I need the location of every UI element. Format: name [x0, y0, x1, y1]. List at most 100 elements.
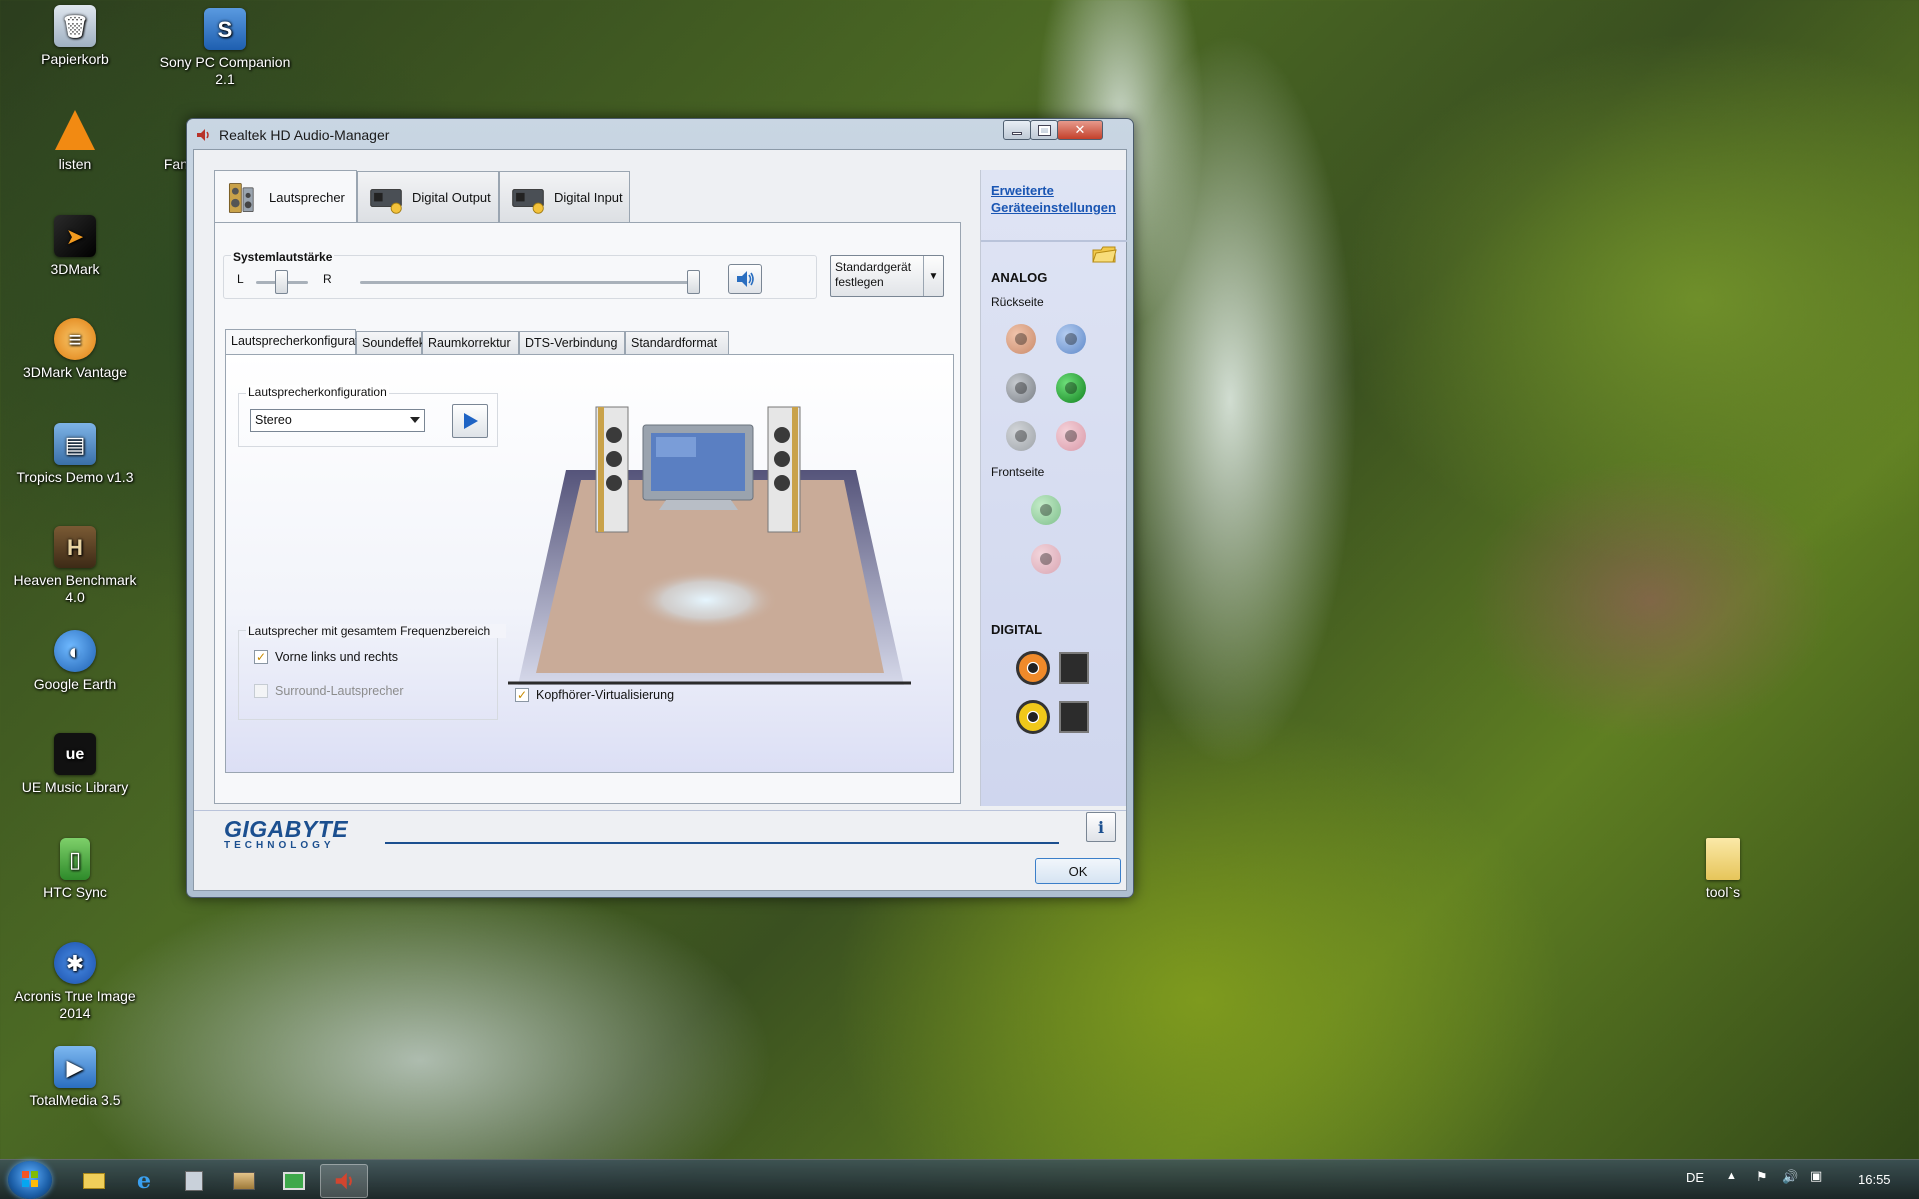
headphone-virtualization-checkbox[interactable]: ✓ — [515, 688, 529, 702]
desktop-icon-sony-pc-companion[interactable]: S Sony PC Companion 2.1 — [155, 8, 295, 88]
windows-logo-icon — [22, 1171, 38, 1187]
realtek-audio-manager-window: Realtek HD Audio-Manager ✕ Lautsprecher … — [186, 118, 1134, 898]
balance-slider-thumb[interactable] — [275, 270, 288, 294]
language-indicator[interactable]: DE — [1686, 1170, 1704, 1185]
optical-out-icon[interactable] — [1059, 652, 1089, 684]
front-lr-checkbox[interactable]: ✓ — [254, 650, 268, 664]
desktop-icon-htc-sync[interactable]: ▯ HTC Sync — [5, 838, 145, 901]
desktop-icon-3dmark-vantage[interactable]: ≡ 3DMark Vantage — [5, 318, 145, 381]
ok-button[interactable]: OK — [1035, 858, 1121, 884]
chevron-down-icon — [410, 417, 420, 423]
folder-settings-icon[interactable] — [1091, 242, 1117, 264]
taskbar-explorer[interactable] — [70, 1164, 118, 1198]
mute-button[interactable] — [728, 264, 762, 294]
desktop-icon-label: Papierkorb — [41, 51, 109, 67]
front-jack-green[interactable] — [1031, 495, 1061, 525]
taskbar-app-2[interactable] — [220, 1164, 268, 1198]
rear-jack-orange[interactable] — [1006, 324, 1036, 354]
speaker-config-select[interactable]: Stereo — [250, 409, 425, 432]
desktop-icon-label: Acronis True Image 2014 — [14, 988, 136, 1021]
internet-explorer-icon: e — [137, 1168, 151, 1194]
3dmark-icon: ➤ — [54, 215, 96, 257]
surround-checkbox-row: Surround-Lautsprecher — [254, 684, 404, 698]
rear-jack-pink[interactable] — [1056, 421, 1086, 451]
htc-sync-icon: ▯ — [60, 838, 90, 880]
desktop-icon-3dmark[interactable]: ➤ 3DMark — [5, 215, 145, 278]
minimize-button[interactable] — [1003, 120, 1031, 140]
info-button[interactable]: i — [1086, 812, 1116, 842]
folder-icon — [1706, 838, 1740, 880]
optical-in-icon[interactable] — [1059, 701, 1089, 733]
tray-expand-icon[interactable]: ▲ — [1726, 1170, 1737, 1182]
analog-title: ANALOG — [991, 270, 1048, 285]
front-lr-checkbox-row[interactable]: ✓ Vorne links und rechts — [254, 650, 398, 664]
monitor-app-icon — [283, 1172, 305, 1190]
set-default-device-button[interactable]: Standardgerät festlegen ▼ — [830, 255, 944, 297]
full-range-label: Lautsprecher mit gesamtem Frequenzbereic… — [246, 624, 506, 638]
clock[interactable]: 16:55 — [1858, 1172, 1891, 1187]
subtab-soundeffekt[interactable]: Soundeffekt — [356, 331, 429, 354]
network-tray-icon[interactable]: ▣ — [1810, 1168, 1822, 1184]
desktop-icon-heaven-benchmark[interactable]: H Heaven Benchmark 4.0 — [5, 526, 145, 606]
maximize-icon — [1037, 124, 1051, 136]
window-titlebar[interactable]: Realtek HD Audio-Manager ✕ — [187, 119, 1133, 149]
heaven-benchmark-icon: H — [54, 526, 96, 568]
taskbar-app-3[interactable] — [270, 1164, 318, 1198]
front-jack-pink[interactable] — [1031, 544, 1061, 574]
desktop-icon-label: tool`s — [1705, 884, 1741, 900]
taskbar-internet-explorer[interactable]: e — [120, 1164, 168, 1198]
window-title: Realtek HD Audio-Manager — [219, 127, 390, 143]
start-button[interactable] — [8, 1161, 52, 1199]
volume-slider[interactable] — [360, 281, 700, 284]
desktop-icon-ue-music-library[interactable]: ue UE Music Library — [5, 733, 145, 796]
taskbar-realtek[interactable] — [320, 1164, 368, 1198]
desktop-icon-tools-folder[interactable]: tool`s — [1653, 838, 1793, 901]
desktop-icon-acronis[interactable]: ✱ Acronis True Image 2014 — [5, 942, 145, 1022]
taskbar-app-1[interactable] — [170, 1164, 218, 1198]
headphone-virtualization-label: Kopfhörer-Virtualisierung — [536, 688, 675, 702]
rear-jack-gray-2[interactable] — [1006, 421, 1036, 451]
headphone-virtualization-row[interactable]: ✓ Kopfhörer-Virtualisierung — [515, 688, 674, 702]
rear-jack-blue[interactable] — [1056, 324, 1086, 354]
footer-line — [385, 842, 1059, 844]
ue-music-library-icon: ue — [54, 733, 96, 775]
desktop-icon-google-earth[interactable]: ◐ Google Earth — [5, 630, 145, 693]
info-icon: i — [1097, 817, 1105, 837]
speaker-panel: L R Systemlautstärke Standardgerät festl… — [214, 222, 961, 804]
close-button[interactable]: ✕ — [1057, 120, 1103, 140]
totalmedia-icon: ▶ — [54, 1046, 96, 1088]
rear-jack-green[interactable] — [1056, 373, 1086, 403]
subtab-label: Soundeffekt — [362, 336, 429, 350]
tab-digital-input[interactable]: Digital Input — [499, 171, 630, 223]
front-lr-label: Vorne links und rechts — [275, 650, 398, 664]
spdif-coax-yellow-icon[interactable] — [1016, 700, 1050, 734]
desktop-icon-label: HTC Sync — [43, 884, 107, 900]
digital-input-tab-icon — [512, 188, 544, 214]
advanced-device-settings-link[interactable]: Erweiterte Geräteeinstellungen — [991, 182, 1121, 216]
action-center-flag-icon[interactable]: ⚑ — [1756, 1169, 1768, 1185]
minimize-icon — [1012, 131, 1022, 135]
subtab-lautsprecherkonfiguration[interactable]: Lautsprecherkonfiguration — [225, 329, 376, 355]
subtab-dts-verbindung[interactable]: DTS-Verbindung — [519, 331, 625, 354]
tab-digital-output[interactable]: Digital Output — [357, 171, 499, 223]
tab-lautsprecher[interactable]: Lautsprecher — [214, 170, 357, 224]
tab-label: Digital Output — [412, 190, 491, 205]
volume-slider-thumb[interactable] — [687, 270, 700, 294]
desktop-icon-tropics-demo[interactable]: ▤ Tropics Demo v1.3 — [5, 423, 145, 486]
volume-tray-icon[interactable]: 🔊 — [1782, 1169, 1798, 1185]
tropics-demo-icon: ▤ — [54, 423, 96, 465]
desktop-icon-partial[interactable]: Fan — [118, 110, 188, 173]
spdif-coax-orange-icon[interactable] — [1016, 651, 1050, 685]
desktop-icon-papierkorb[interactable]: 🗑 Papierkorb — [5, 5, 145, 68]
brand-subtitle: TECHNOLOGY — [224, 840, 335, 851]
subtab-raumkorrektur[interactable]: Raumkorrektur — [422, 331, 519, 354]
system-volume-label: Systemlautstärke — [231, 250, 335, 264]
maximize-button[interactable] — [1030, 120, 1058, 140]
vlc-icon — [55, 110, 95, 150]
rear-jack-gray[interactable] — [1006, 373, 1036, 403]
subtab-label: DTS-Verbindung — [525, 336, 618, 350]
subtab-standardformat[interactable]: Standardformat — [625, 331, 729, 354]
play-test-button[interactable] — [452, 404, 488, 438]
desktop-icon-totalmedia[interactable]: ▶ TotalMedia 3.5 — [5, 1046, 145, 1109]
folder-icon — [83, 1173, 105, 1189]
